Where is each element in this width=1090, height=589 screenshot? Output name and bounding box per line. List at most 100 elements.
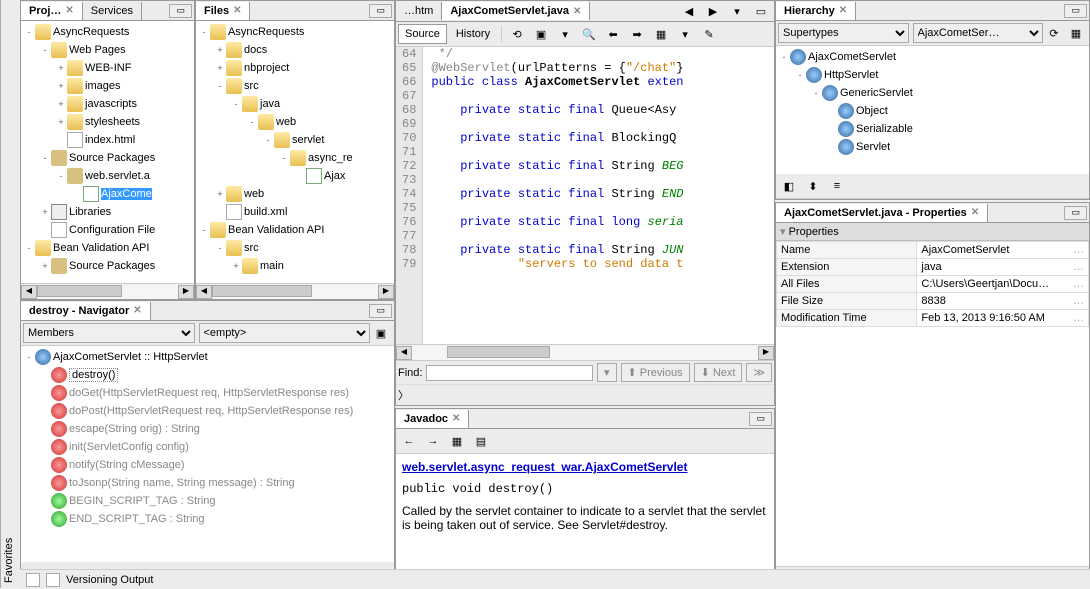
close-icon[interactable]: ✕ bbox=[839, 5, 847, 16]
tree-item[interactable]: escape(String orig) : String bbox=[23, 420, 392, 438]
browser-icon[interactable]: ▦ bbox=[446, 431, 468, 451]
minimize-button[interactable]: ▭ bbox=[1064, 4, 1087, 18]
tree-item[interactable]: doPost(HttpServletRequest req, HttpServl… bbox=[23, 402, 392, 420]
editor-tool-icon[interactable]: ✎ bbox=[698, 24, 720, 44]
tab-ajaxcomet[interactable]: AjaxCometServlet.java✕ bbox=[442, 2, 590, 20]
close-icon[interactable]: ✕ bbox=[573, 6, 581, 17]
close-icon[interactable]: ✕ bbox=[971, 207, 979, 218]
history-button[interactable]: History bbox=[449, 24, 497, 44]
tab-javadoc[interactable]: Javadoc✕ bbox=[396, 410, 469, 428]
tree-item[interactable]: Servlet bbox=[778, 138, 1087, 156]
navigator-title[interactable]: destroy - Navigator✕ bbox=[21, 302, 151, 320]
editor-tool-icon[interactable]: 🔍 bbox=[578, 24, 600, 44]
tree-item[interactable]: +web bbox=[198, 185, 392, 203]
editor-tool-icon[interactable]: ⬅ bbox=[602, 24, 624, 44]
editor-tool-icon[interactable]: ▣ bbox=[530, 24, 552, 44]
scrollbar[interactable]: ◀▶ bbox=[196, 283, 394, 299]
tree-item[interactable]: -AjaxCometServlet :: HttpServlet bbox=[23, 348, 392, 366]
tree-item[interactable]: -src bbox=[198, 77, 392, 95]
editor-tool-icon[interactable]: ➡ bbox=[626, 24, 648, 44]
filter-button[interactable]: ▣ bbox=[370, 323, 392, 343]
projects-tree[interactable]: -AsyncRequests-Web Pages+WEB-INF+images+… bbox=[21, 21, 194, 283]
tab-htm[interactable]: …htm bbox=[396, 2, 442, 20]
minimize-button[interactable]: ▭ bbox=[369, 4, 392, 18]
back-icon[interactable]: ← bbox=[398, 431, 420, 451]
tree-item[interactable]: AjaxCome bbox=[23, 185, 192, 203]
nav-back-button[interactable]: ◀ bbox=[678, 1, 700, 21]
code-editor[interactable]: 64656667686970717273747576777879 */ @Web… bbox=[396, 47, 774, 344]
tree-item[interactable]: -java bbox=[198, 95, 392, 113]
tree-item[interactable]: -GenericServlet bbox=[778, 84, 1087, 102]
hier-btn[interactable]: ◧ bbox=[778, 176, 800, 196]
scrollbar[interactable]: ◀▶ bbox=[396, 344, 774, 360]
find-input[interactable] bbox=[426, 365, 593, 381]
members-combo[interactable]: Members bbox=[23, 323, 195, 343]
editor-tool-icon[interactable]: ▾ bbox=[674, 24, 696, 44]
close-icon[interactable]: ✕ bbox=[133, 305, 141, 316]
tree-item[interactable]: build.xml bbox=[198, 203, 392, 221]
versioning-output-label[interactable]: Versioning Output bbox=[66, 574, 153, 586]
tree-item[interactable]: -src bbox=[198, 239, 392, 257]
tree-item[interactable]: notify(String cMessage) bbox=[23, 456, 392, 474]
close-icon[interactable]: ✕ bbox=[233, 5, 241, 16]
tree-item[interactable]: -AsyncRequests bbox=[198, 23, 392, 41]
tree-item[interactable]: -Bean Validation API bbox=[198, 221, 392, 239]
tree-item[interactable]: -web.servlet.a bbox=[23, 167, 192, 185]
tree-item[interactable]: -servlet bbox=[198, 131, 392, 149]
minimize-button[interactable]: ▭ bbox=[369, 304, 392, 318]
tab-projects[interactable]: Proj…✕ bbox=[21, 2, 83, 20]
tree-item[interactable]: Object bbox=[778, 102, 1087, 120]
scrollbar[interactable]: ◀▶ bbox=[21, 283, 194, 299]
favorites-tab[interactable]: Favorites bbox=[0, 0, 20, 588]
tree-item[interactable]: +stylesheets bbox=[23, 113, 192, 131]
property-row[interactable]: All FilesC:\Users\Geertjan\Docu… … bbox=[777, 276, 1089, 293]
property-row[interactable]: NameAjaxCometServlet … bbox=[777, 242, 1089, 259]
dropdown-button[interactable]: ▾ bbox=[726, 1, 748, 21]
editor-tool-icon[interactable]: ⟲ bbox=[506, 24, 528, 44]
refresh-icon[interactable]: ⟳ bbox=[1043, 23, 1065, 43]
previous-button[interactable]: ⬆ Previous bbox=[621, 363, 690, 382]
forward-icon[interactable]: → bbox=[422, 431, 444, 451]
close-icon[interactable]: ✕ bbox=[65, 5, 73, 16]
tab-services[interactable]: Services bbox=[83, 2, 142, 20]
tree-item[interactable]: Configuration File bbox=[23, 221, 192, 239]
editor-tool-icon[interactable]: ▾ bbox=[554, 24, 576, 44]
tree-item[interactable]: -Web Pages bbox=[23, 41, 192, 59]
property-row[interactable]: Extensionjava … bbox=[777, 259, 1089, 276]
property-row[interactable]: Modification TimeFeb 13, 2013 9:16:50 AM… bbox=[777, 310, 1089, 327]
minimize-button[interactable]: ▭ bbox=[169, 4, 192, 18]
hierarchy-tree[interactable]: -AjaxCometServlet-HttpServlet-GenericSer… bbox=[776, 46, 1089, 174]
tree-item[interactable]: +docs bbox=[198, 41, 392, 59]
tree-item[interactable]: BEGIN_SCRIPT_TAG : String bbox=[23, 492, 392, 510]
minimize-button[interactable]: ▭ bbox=[1064, 206, 1087, 220]
tree-item[interactable]: END_SCRIPT_TAG : String bbox=[23, 510, 392, 528]
tree-item[interactable]: +Libraries bbox=[23, 203, 192, 221]
more-button[interactable]: ≫ bbox=[746, 363, 772, 382]
tree-item[interactable]: doGet(HttpServletRequest req, HttpServle… bbox=[23, 384, 392, 402]
next-button[interactable]: ⬇ Next bbox=[694, 363, 743, 382]
find-dropdown[interactable]: ▾ bbox=[597, 363, 617, 382]
close-icon[interactable]: ✕ bbox=[452, 413, 460, 424]
tree-item[interactable]: init(ServletConfig config) bbox=[23, 438, 392, 456]
tree-item[interactable]: +images bbox=[23, 77, 192, 95]
tree-item[interactable]: -AsyncRequests bbox=[23, 23, 192, 41]
tree-item[interactable]: +javascripts bbox=[23, 95, 192, 113]
tree-item[interactable]: -async_re bbox=[198, 149, 392, 167]
tree-item[interactable]: +Source Packages bbox=[23, 257, 192, 275]
tree-item[interactable]: -Source Packages bbox=[23, 149, 192, 167]
tree-item[interactable]: destroy() bbox=[23, 366, 392, 384]
tree-item[interactable]: Serializable bbox=[778, 120, 1087, 138]
tree-item[interactable]: +WEB-INF bbox=[23, 59, 192, 77]
tree-item[interactable]: -web bbox=[198, 113, 392, 131]
view-icon[interactable]: ▦ bbox=[1065, 23, 1087, 43]
class-combo[interactable]: AjaxCometSer… bbox=[913, 23, 1044, 43]
editor-tool-icon[interactable]: ▦ bbox=[650, 24, 672, 44]
javadoc-class-link[interactable]: web.servlet.async_request_war.AjaxCometS… bbox=[402, 460, 687, 474]
tree-item[interactable]: Ajax bbox=[198, 167, 392, 185]
tree-item[interactable]: -AjaxCometServlet bbox=[778, 48, 1087, 66]
maximize-button[interactable]: ▭ bbox=[750, 1, 772, 21]
open-icon[interactable]: ▤ bbox=[470, 431, 492, 451]
tree-item[interactable]: index.html bbox=[23, 131, 192, 149]
tab-files[interactable]: Files✕ bbox=[196, 2, 250, 20]
tree-item[interactable]: +main bbox=[198, 257, 392, 275]
